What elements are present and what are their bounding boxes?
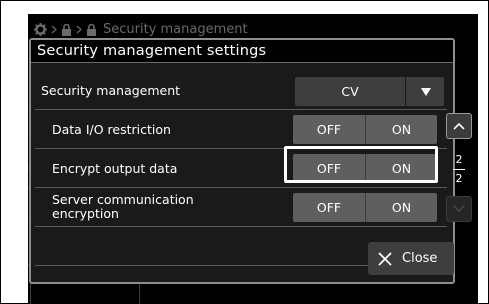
security-management-label: Security management (41, 83, 181, 98)
scroll-up-button[interactable] (446, 113, 472, 139)
page-total: 2 (455, 172, 463, 185)
page-divider (453, 169, 465, 170)
data-io-restriction-label: Data I/O restriction (52, 122, 171, 137)
chevron-right-icon (76, 25, 82, 34)
chevron-up-icon (453, 122, 465, 130)
data-io-restriction-off-button[interactable]: OFF (293, 115, 365, 144)
encrypt-output-data-row: Encrypt output data OFF ON (35, 149, 447, 188)
data-io-restriction-row: Data I/O restriction OFF ON (35, 110, 447, 149)
breadcrumb: Security management (34, 22, 248, 37)
server-communication-encryption-label-line2: encryption (52, 206, 119, 221)
encrypt-output-data-toggle: OFF ON (293, 154, 437, 183)
server-communication-encryption-off-button[interactable]: OFF (293, 193, 365, 222)
data-io-restriction-on-button[interactable]: ON (365, 115, 437, 144)
security-management-select[interactable]: CV (295, 77, 444, 106)
close-label: Close (402, 251, 438, 266)
dialog-title: Security management settings (31, 40, 453, 63)
background-bottom-tab (30, 282, 140, 304)
security-management-row: Security management CV (35, 71, 447, 110)
encrypt-output-data-on-button[interactable]: ON (365, 154, 437, 183)
scroll-down-button[interactable] (446, 196, 472, 222)
close-x-icon (378, 251, 392, 266)
server-communication-encryption-label-line1: Server communication (52, 192, 194, 207)
security-management-value: CV (341, 84, 359, 99)
dropdown-arrow-icon[interactable] (405, 77, 445, 106)
lock-icon (62, 23, 71, 36)
lock-icon (87, 23, 96, 36)
data-io-restriction-toggle: OFF ON (293, 115, 437, 144)
close-button[interactable]: Close (368, 242, 454, 275)
encrypt-output-data-label: Encrypt output data (52, 161, 178, 176)
server-communication-encryption-row: Server communication encryption OFF ON (35, 188, 447, 227)
chevron-right-icon (51, 25, 57, 34)
server-communication-encryption-toggle: OFF ON (293, 193, 437, 222)
gear-icon (34, 23, 47, 36)
server-communication-encryption-on-button[interactable]: ON (365, 193, 437, 222)
encrypt-output-data-off-button[interactable]: OFF (293, 154, 365, 183)
page-current: 2 (455, 153, 463, 166)
background-page-title: Security management (103, 22, 248, 37)
chevron-down-icon (453, 205, 465, 212)
page-indicator: 2 2 (446, 153, 472, 189)
server-communication-encryption-label: Server communication encryption (52, 193, 194, 221)
